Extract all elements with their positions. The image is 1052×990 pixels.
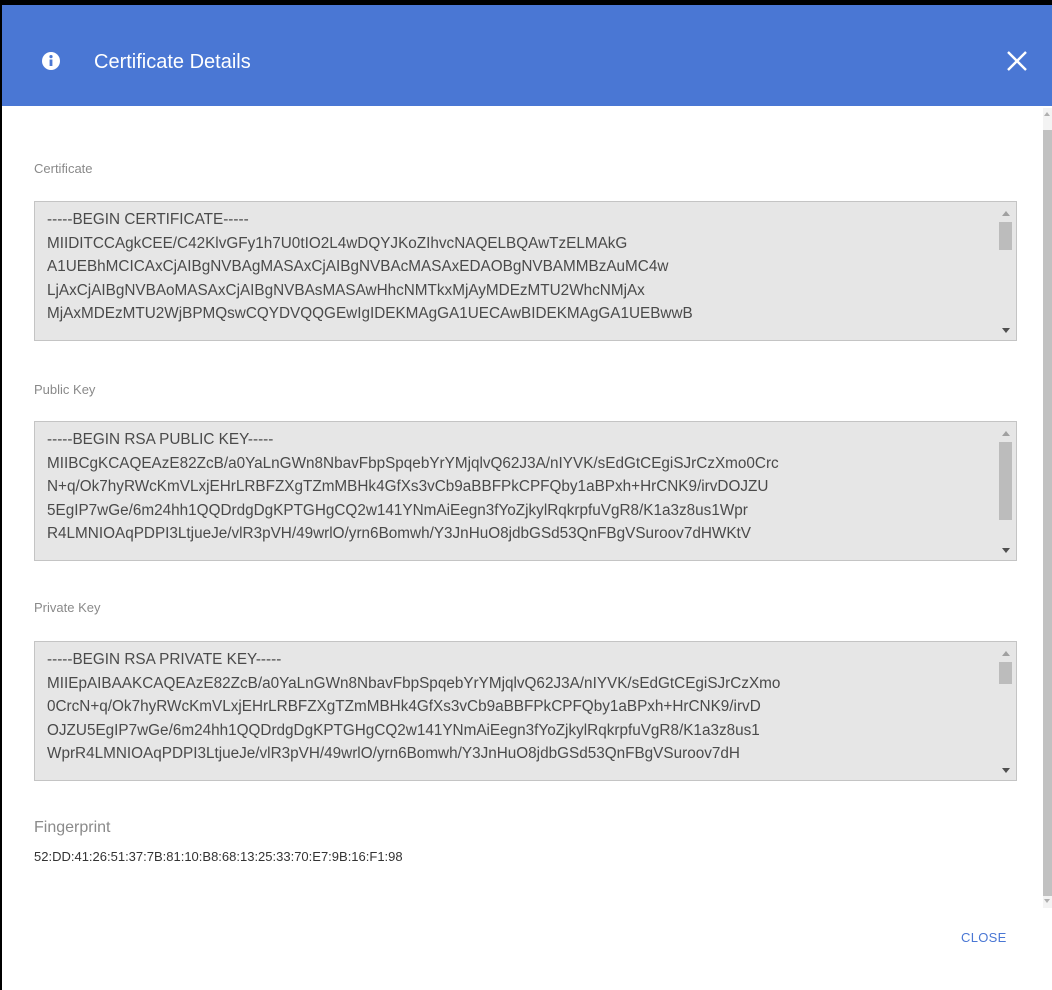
scrollbar-thumb[interactable]	[999, 442, 1012, 520]
private-key-scrollbar[interactable]	[995, 642, 1016, 780]
dialog-title: Certificate Details	[94, 51, 251, 73]
text-line: R4LMNIOAqPDPI3LtjueJe/vlR3pVH/49wrlO/yrn…	[47, 525, 751, 543]
text-line: N+q/Ok7hyRWcKmVLxjEHrLRBFZXgTZmMBHk4GfXs…	[47, 478, 769, 496]
public-key-scrollbar[interactable]	[995, 422, 1016, 560]
text-line: MjAxMDEzMTU2WjBPMQswCQYDVQQGEwIgIDEKMAgG…	[47, 305, 693, 323]
scroll-up-icon[interactable]	[1002, 211, 1010, 216]
dialog: Certificate Details Certificate -----BEG…	[0, 0, 1052, 990]
public-key-text: -----BEGIN RSA PUBLIC KEY----- MIIBCgKCA…	[47, 428, 995, 546]
fingerprint-label: Fingerprint	[34, 819, 111, 836]
private-key-label: Private Key	[34, 600, 101, 615]
certificate-scrollbar[interactable]	[995, 202, 1016, 340]
window-edge-left	[0, 0, 2, 990]
text-line: 0CrcN+q/Ok7hyRWcKmVLxjEHrLRBFZXgTZmMBHk4…	[47, 698, 761, 716]
scrollbar-thumb[interactable]	[1043, 130, 1052, 896]
private-key-textarea[interactable]: -----BEGIN RSA PRIVATE KEY----- MIIEpAIB…	[34, 641, 1017, 781]
certificate-text: -----BEGIN CERTIFICATE----- MIIDITCCAgkC…	[47, 208, 995, 326]
fingerprint-value: 52:DD:41:26:51:37:7B:81:10:B8:68:13:25:3…	[34, 849, 403, 864]
text-line: MIIBCgKCAQEAzE82ZcB/a0YaLnGWn8NbavFbpSpq…	[47, 454, 779, 472]
public-key-textarea[interactable]: -----BEGIN RSA PUBLIC KEY----- MIIBCgKCA…	[34, 421, 1017, 561]
info-icon	[42, 52, 60, 70]
close-button[interactable]: CLOSE	[961, 930, 1007, 945]
text-line: 5EgIP7wGe/6m24hh1QQDrdgDgKPTGHgCQ2w141YN…	[47, 501, 748, 519]
dialog-header: Certificate Details	[2, 5, 1052, 106]
public-key-label: Public Key	[34, 382, 96, 397]
text-line: -----BEGIN RSA PRIVATE KEY-----	[47, 651, 282, 668]
text-line: WprR4LMNIOAqPDPI3LtjueJe/vlR3pVH/49wrlO/…	[47, 745, 740, 763]
scroll-down-icon[interactable]	[1002, 768, 1010, 773]
private-key-text: -----BEGIN RSA PRIVATE KEY----- MIIEpAIB…	[47, 648, 995, 766]
scroll-up-icon[interactable]	[1002, 651, 1010, 656]
text-line: -----BEGIN CERTIFICATE-----	[47, 211, 249, 228]
text-line: -----BEGIN RSA PUBLIC KEY-----	[47, 431, 274, 448]
scroll-up-icon[interactable]	[1002, 431, 1010, 436]
close-icon[interactable]	[1005, 49, 1029, 73]
certificate-label: Certificate	[34, 161, 93, 176]
text-line: A1UEBhMCICAxCjAIBgNVBAgMASAxCjAIBgNVBAcM…	[47, 258, 669, 276]
scroll-down-icon[interactable]	[1002, 328, 1010, 333]
text-line: OJZU5EgIP7wGe/6m24hh1QQDrdgDgKPTGHgCQ2w1…	[47, 721, 760, 739]
text-line: LjAxCjAIBgNVBAoMASAxCjAIBgNVBAsMASAwHhcN…	[47, 281, 645, 299]
certificate-textarea[interactable]: -----BEGIN CERTIFICATE----- MIIDITCCAgkC…	[34, 201, 1017, 341]
text-line: MIIDITCCAgkCEE/C42KlvGFy1h7U0tIO2L4wDQYJ…	[47, 234, 628, 252]
scroll-up-icon[interactable]	[1044, 112, 1050, 116]
scrollbar-thumb[interactable]	[999, 222, 1012, 250]
dialog-scrollbar[interactable]	[1039, 108, 1052, 908]
scrollbar-thumb[interactable]	[999, 662, 1012, 684]
text-line: MIIEpAIBAAKCAQEAzE82ZcB/a0YaLnGWn8NbavFb…	[47, 674, 781, 692]
scroll-down-icon[interactable]	[1044, 899, 1050, 903]
scroll-down-icon[interactable]	[1002, 548, 1010, 553]
